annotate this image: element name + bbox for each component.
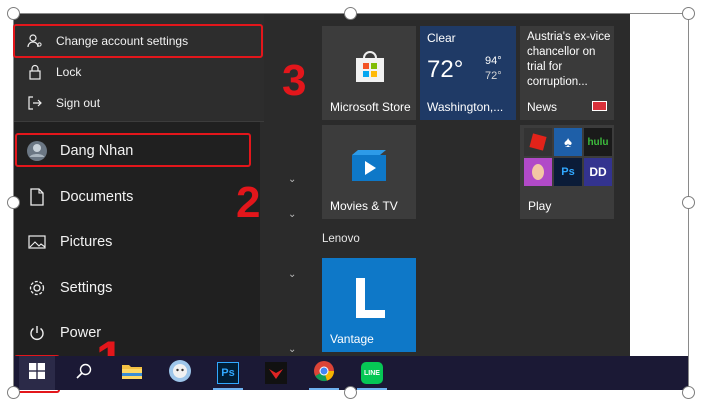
movies-tv-icon (351, 149, 387, 188)
resize-handle[interactable] (7, 196, 20, 209)
line-button[interactable]: LINE (355, 356, 389, 390)
resize-handle[interactable] (344, 7, 357, 20)
search-button[interactable] (67, 356, 101, 390)
chevron-down-icon[interactable]: ⌄ (288, 269, 296, 280)
weather-location: Washington,... (427, 100, 504, 114)
highlight-box-change-settings (13, 24, 263, 58)
vantage-label: Vantage (330, 332, 374, 346)
highlight-box-user (15, 133, 251, 167)
documents-item[interactable]: Documents (14, 180, 133, 214)
chrome-icon (313, 360, 335, 387)
chevron-down-icon[interactable]: ⌄ (288, 344, 296, 355)
movies-tv-label: Movies & TV (330, 199, 398, 213)
photoshop-icon: Ps (217, 362, 239, 384)
resize-handle[interactable] (682, 7, 695, 20)
garena-button[interactable] (259, 356, 293, 390)
roblox-icon (524, 128, 552, 156)
file-explorer-button[interactable] (115, 356, 149, 390)
lock-icon (14, 64, 56, 80)
game-icon (524, 158, 552, 186)
app-avatar-icon (168, 359, 192, 388)
step-number-2: 2 (236, 178, 261, 227)
store-bag-icon (354, 50, 386, 89)
play-folder-tile[interactable]: ♠ hulu Ps DD Play (520, 125, 614, 219)
lock-label: Lock (56, 65, 82, 79)
news-label: News (527, 100, 558, 114)
microsoft-store-tile[interactable]: Microsoft Store (322, 26, 416, 120)
chevron-down-icon[interactable]: ⌄ (288, 209, 296, 220)
settings-label: Settings (60, 280, 113, 296)
gear-icon (14, 279, 60, 297)
pictures-item[interactable]: Pictures (14, 225, 112, 259)
start-button[interactable] (19, 356, 55, 390)
garena-icon (265, 362, 287, 384)
power-icon (14, 325, 60, 341)
chrome-button[interactable] (307, 356, 341, 390)
photoshop-button[interactable]: Ps (211, 356, 245, 390)
active-indicator (357, 388, 387, 390)
step-number-3: 3 (282, 56, 307, 105)
solitaire-icon: ♠ (554, 128, 582, 156)
lock-item[interactable]: Lock (14, 59, 81, 85)
sign-out-label: Sign out (56, 96, 101, 110)
news-tile[interactable]: Austria's ex-vice chancellor on trial fo… (520, 26, 614, 120)
sign-out-item[interactable]: Sign out (14, 90, 100, 116)
news-headline: Austria's ex-vice chancellor on trial fo… (527, 31, 611, 88)
hulu-icon: hulu (584, 128, 612, 156)
pictures-icon (14, 235, 60, 249)
lenovo-vantage-icon (352, 276, 388, 325)
windows-logo-icon (29, 362, 45, 384)
document-icon (14, 188, 60, 206)
play-label: Play (528, 199, 552, 213)
weather-temperature: 72° (427, 56, 464, 83)
folder-icon (121, 362, 143, 385)
weather-tile[interactable]: Clear 72° 94° 72° Washington,... (420, 26, 516, 120)
lenovo-group-label: Lenovo (322, 233, 360, 245)
resize-handle[interactable] (344, 386, 357, 399)
weather-condition: Clear (427, 31, 456, 45)
resize-handle[interactable] (682, 386, 695, 399)
resize-handle[interactable] (7, 386, 20, 399)
screenshot: Change account settings Lock Sign out Da… (0, 0, 702, 400)
taskbar: Ps LINE (14, 356, 688, 390)
search-icon (76, 363, 92, 384)
microsoft-store-label: Microsoft Store (330, 100, 411, 114)
vantage-tile[interactable]: Vantage (322, 258, 416, 352)
resize-handle[interactable] (682, 196, 695, 209)
power-label: Power (60, 325, 102, 341)
power-item[interactable]: Power (14, 316, 101, 350)
settings-item[interactable]: Settings (14, 271, 112, 305)
active-indicator (309, 388, 339, 390)
photoshop-express-icon: Ps (554, 158, 582, 186)
chevron-down-icon[interactable]: ⌄ (288, 174, 296, 185)
weather-high: 94° (485, 55, 502, 67)
active-indicator (213, 388, 243, 390)
pictures-label: Pictures (60, 234, 113, 250)
news-icon (592, 101, 607, 111)
resize-handle[interactable] (7, 7, 20, 20)
line-app-icon: LINE (361, 362, 383, 384)
sign-out-icon (14, 95, 56, 111)
chat-app-button[interactable] (163, 356, 197, 390)
movies-tv-tile[interactable]: Movies & TV (322, 125, 416, 219)
weather-low: 72° (485, 70, 502, 82)
documents-label: Documents (60, 189, 134, 205)
start-menu: Change account settings Lock Sign out Da… (14, 14, 630, 356)
dolby-icon: DD (584, 158, 612, 186)
